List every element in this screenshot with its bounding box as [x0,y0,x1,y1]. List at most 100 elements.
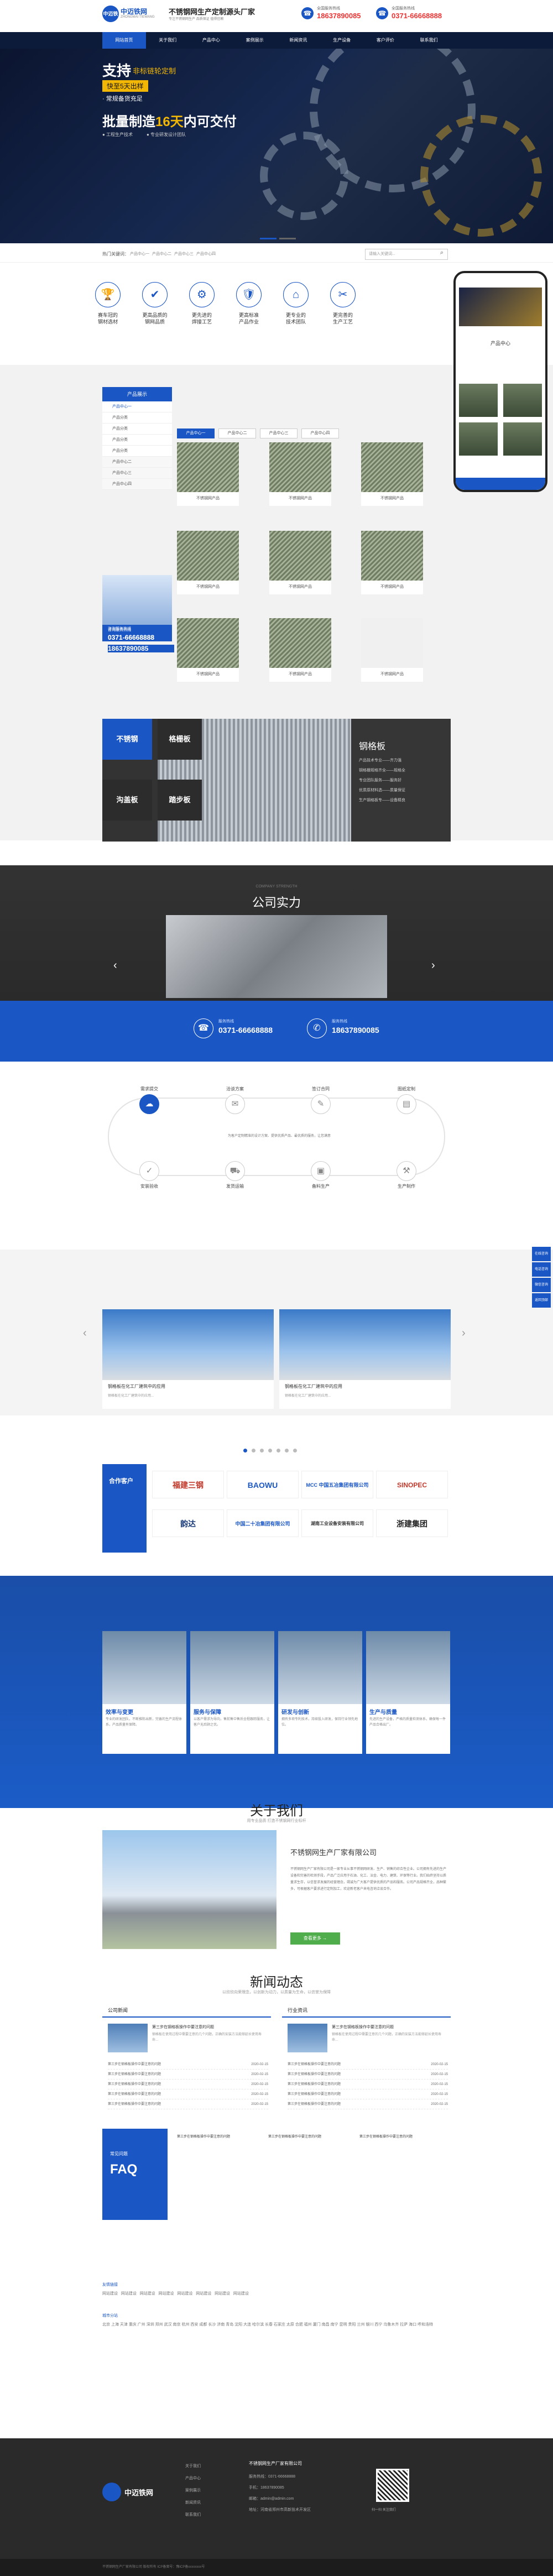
chevron-right-icon[interactable]: › [431,959,435,972]
news-row[interactable]: 第三步在钢格板操作中要注意的问题 2020-02-15 [108,2060,268,2070]
faq-item[interactable]: 第三步在钢格板操作中要注意的问题 [268,2134,348,2140]
float-phone-button[interactable]: 电话咨询 [532,1262,551,1277]
news-column-title[interactable]: 行业资讯 [282,2004,451,2018]
case-card[interactable]: 钢格板在化工厂建筑中的应用 钢格板在化工厂建筑中的应用... [102,1309,274,1409]
sidebar-item[interactable]: 产品中心四 [102,479,172,490]
product-card[interactable]: 不锈钢网产品 [361,442,423,506]
hot-keyword[interactable]: 产品中心三 [174,251,194,257]
sidebar-item[interactable]: 产品中心二 [102,457,172,468]
carousel-dot[interactable] [268,1449,272,1452]
product-card[interactable]: 不锈钢网产品 [269,442,331,506]
contact-bar-number[interactable]: 0371-66668888 [218,1026,273,1034]
hotline-number[interactable]: 0371-66668888 [392,12,442,20]
news-row[interactable]: 第三步在钢格板操作中要注意的问题 2020-02-15 [288,2099,448,2109]
hot-keyword[interactable]: 产品中心一 [130,251,149,257]
faq-item[interactable]: 第三步在钢格板操作中要注意的问题 [359,2134,440,2140]
nav-item-equipment[interactable]: 生产设备 [320,32,364,49]
footer-nav-item[interactable]: 关于我们 [185,2460,201,2473]
friend-link[interactable]: 网站建设 [215,2292,230,2296]
product-card[interactable]: 不锈钢网产品 [269,531,331,594]
product-card[interactable]: 不锈钢网产品 [269,618,331,682]
product-card[interactable]: 不锈钢网产品 [177,618,239,682]
faq-block[interactable]: 常见问题 FAQ [102,2129,168,2220]
sidebar-item[interactable]: 产品中心三 [102,468,172,479]
chevron-left-icon[interactable]: ‹ [113,959,117,972]
chevron-right-icon[interactable]: › [462,1327,466,1340]
advantage-card[interactable]: 生产与质量 先进的生产设备，严格的质量检测体系，确保每一件产品合格出厂。 [366,1631,450,1754]
footer-nav-item[interactable]: 联系我们 [185,2509,201,2521]
faq-item[interactable]: 第三步在钢格板操作中要注意的问题 [177,2134,257,2140]
float-wechat-button[interactable]: 微信咨询 [532,1278,551,1292]
carousel-dot[interactable] [243,1449,247,1452]
chevron-left-icon[interactable]: ‹ [83,1327,87,1340]
nav-item-products[interactable]: 产品中心 [190,32,233,49]
product-tab[interactable]: 产品中心一 [177,429,215,438]
float-top-button[interactable]: 返回顶部 [532,1293,551,1308]
news-thumb[interactable] [288,2024,327,2052]
footer-nav-item[interactable]: 产品中心 [185,2473,201,2485]
friend-link[interactable]: 网站建设 [159,2292,174,2296]
partner-logo[interactable]: 浙建集团 [376,1509,448,1537]
case-card[interactable]: 钢格板在化工厂建筑中的应用 钢格板在化工厂建筑中的应用... [279,1309,451,1409]
product-tab[interactable]: 产品中心四 [301,429,339,438]
hotline-number[interactable]: 18637890085 [317,12,361,20]
partner-logo[interactable]: BAOWU [227,1471,299,1498]
nav-item-home[interactable]: 网站首页 [102,32,146,49]
news-row[interactable]: 第三步在钢格板操作中要注意的问题 2020-02-15 [288,2079,448,2089]
category-block[interactable]: 沟盖板 [102,780,152,821]
nav-item-about[interactable]: 关于我们 [146,32,190,49]
news-row[interactable]: 第三步在钢格板操作中要注意的问题 2020-02-15 [108,2089,268,2099]
news-row[interactable]: 第三步在钢格板操作中要注意的问题 2020-02-15 [288,2089,448,2099]
news-thumb[interactable] [108,2024,148,2052]
friend-link[interactable]: 网站建设 [233,2292,249,2296]
banner-dot[interactable] [279,238,296,239]
float-consult-button[interactable]: 在线咨询 [532,1247,551,1261]
partner-logo[interactable]: SINOPEC [376,1471,448,1498]
partner-logo[interactable]: 福建三钢 [152,1471,224,1498]
logo[interactable]: 中迈铁网 [102,6,119,33]
category-block[interactable]: 不锈钢 [102,719,152,760]
news-column-title[interactable]: 公司新闻 [102,2004,271,2018]
partner-logo[interactable]: 韵达 [152,1509,224,1537]
news-top-title[interactable]: 第三步在钢格板操作中要注意的问题 [152,2024,214,2030]
carousel-dot[interactable] [293,1449,297,1452]
sidebar-item[interactable]: 产品分类 [102,424,172,435]
category-block[interactable]: 格栅板 [158,719,202,760]
product-card[interactable]: 不锈钢网产品 [361,618,423,682]
advantage-card[interactable]: 服务与保障 以客户需求为导向，售前售中售后全程跟踪服务，让客户无后顾之忧。 [190,1631,274,1754]
carousel-dot[interactable] [276,1449,280,1452]
about-more-button[interactable]: 查看更多 → [290,1932,340,1945]
sidebar-item[interactable]: 产品分类 [102,446,172,457]
search-icon[interactable]: ⌕ [437,249,447,259]
nav-item-cases[interactable]: 案例展示 [233,32,276,49]
partner-logo[interactable]: MCC 中国五冶集团有限公司 [301,1471,373,1498]
carousel-dot[interactable] [285,1449,289,1452]
news-row[interactable]: 第三步在钢格板操作中要注意的问题 2020-02-15 [288,2070,448,2079]
hot-keyword[interactable]: 产品中心二 [152,251,171,257]
sidebar-item[interactable]: 产品分类 [102,435,172,446]
nav-item-contact[interactable]: 联系我们 [407,32,451,49]
carousel-dot[interactable] [260,1449,264,1452]
friend-link[interactable]: 网站建设 [102,2292,118,2296]
product-card[interactable]: 不锈钢网产品 [361,531,423,594]
carousel-dot[interactable] [252,1449,255,1452]
partner-logo[interactable]: 湖南工业设备安装有限公司 [301,1509,373,1537]
category-block[interactable]: 踏步板 [158,780,202,821]
search-input[interactable]: 请输入关键词... [365,249,448,260]
friend-link[interactable]: 网站建设 [140,2292,155,2296]
contact-bar-number[interactable]: 18637890085 [332,1026,379,1034]
partner-logo[interactable]: 中国二十冶集团有限公司 [227,1509,299,1537]
banner-dot[interactable] [260,238,276,239]
contact-mobile[interactable]: 18637890085 [108,645,174,652]
contact-phone[interactable]: 0371-66668888 [108,634,174,641]
advantage-card[interactable]: 效率与变更 专业的研发团队，不断推陈出新，完善的生产流程体系，产品质量有保障。 [102,1631,186,1754]
friend-link[interactable]: 网站建设 [121,2292,137,2296]
product-card[interactable]: 不锈钢网产品 [177,442,239,506]
advantage-card[interactable]: 研发与创新 拥有多项专利技术，持续投入研发，保持行业领先地位。 [278,1631,362,1754]
news-top-title[interactable]: 第三步在钢格板操作中要注意的问题 [332,2024,394,2030]
footer-nav-item[interactable]: 新闻资讯 [185,2497,201,2509]
friend-link[interactable]: 网站建设 [177,2292,192,2296]
news-row[interactable]: 第三步在钢格板操作中要注意的问题 2020-02-15 [108,2099,268,2109]
footer-nav-item[interactable]: 案例展示 [185,2485,201,2497]
city-links[interactable]: 北京 上海 天津 重庆 广州 深圳 郑州 武汉 南京 杭州 西安 成都 长沙 济… [102,2321,451,2329]
